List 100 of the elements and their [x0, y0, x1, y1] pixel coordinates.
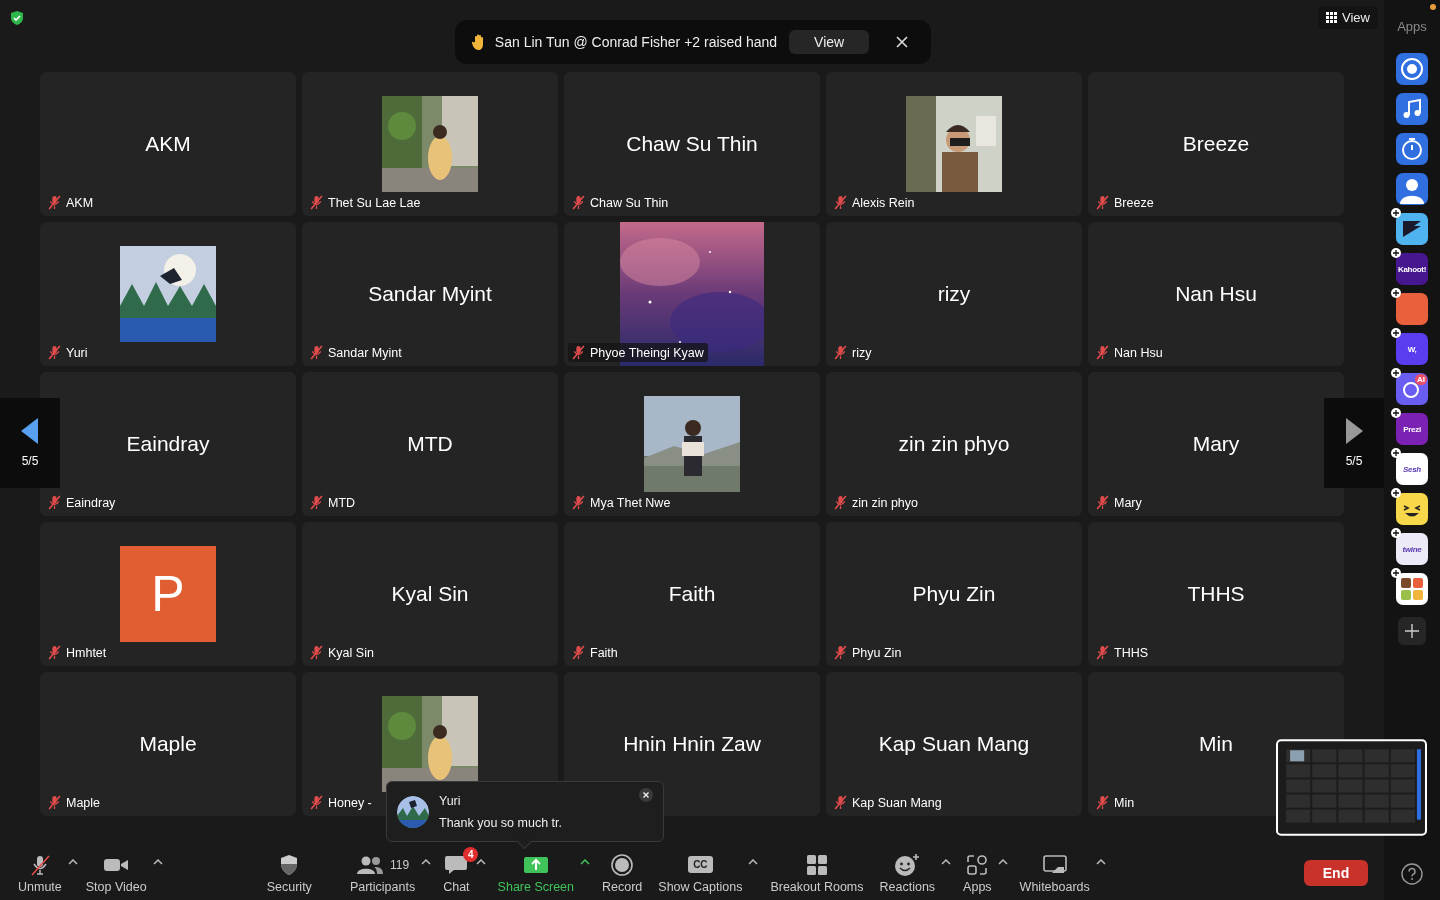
view-button[interactable]: View	[789, 30, 870, 54]
app-icon[interactable]	[1396, 93, 1428, 125]
sender-name: Yuri	[439, 793, 462, 808]
participant-name: Faith	[668, 582, 716, 606]
app-icon[interactable]	[1396, 173, 1428, 205]
participant-label: Hmhtet	[66, 645, 107, 660]
toolbar-button[interactable]: Whiteboards	[1015, 846, 1094, 900]
app-icon[interactable]	[1396, 573, 1428, 605]
participant-label: Min	[1114, 795, 1135, 810]
share-screen-icon	[522, 854, 549, 875]
caret-icon[interactable]	[421, 858, 432, 865]
four-squares-icon	[805, 853, 828, 876]
participant-count: 119	[389, 857, 410, 872]
caret-icon[interactable]	[997, 858, 1008, 865]
participant-label: Yuri	[66, 345, 88, 360]
participant-label: Honey -	[328, 795, 372, 810]
caret-icon[interactable]	[152, 858, 163, 865]
previous-page-button[interactable]: 5/5	[0, 398, 60, 488]
toolbar-button[interactable]: Reactions	[875, 846, 940, 900]
apps-heading: Apps	[1397, 19, 1427, 34]
toolbar-button[interactable]: Stop Video	[81, 846, 151, 900]
toolbar-button[interactable]: CC Show Captions	[654, 846, 747, 900]
toolbar-button[interactable]: 119 Participants	[345, 846, 420, 900]
participant-name: Min	[1199, 732, 1233, 756]
participant-label: Thet Su Lae Lae	[328, 195, 421, 210]
participant-label: Maple	[66, 795, 101, 810]
grid-icon	[1326, 12, 1338, 23]
participant-name: Sandar Myint	[368, 282, 492, 306]
captions-icon: CC	[688, 856, 713, 873]
toolbar-button[interactable]: Security	[262, 846, 316, 900]
participant-name: Maple	[139, 732, 197, 756]
people-icon	[355, 854, 384, 875]
page-indicator: 5/5	[1345, 454, 1363, 468]
app-icon[interactable]	[1396, 493, 1428, 525]
participant-label: AKM	[66, 195, 94, 210]
participant-label: MTD	[328, 495, 356, 510]
next-page-button[interactable]: 5/5	[1324, 398, 1384, 488]
close-icon[interactable]	[895, 35, 910, 49]
triangle-right-icon	[1345, 418, 1363, 444]
triangle-left-icon	[21, 418, 39, 444]
app-icon[interactable]: Sesh	[1396, 453, 1428, 485]
chat-message: Thank you so much tr.	[439, 815, 562, 830]
view-menu-button[interactable]: View	[1318, 6, 1378, 29]
participant-name: Mary	[1192, 432, 1240, 456]
app-icon[interactable]	[1396, 133, 1428, 165]
app-icon[interactable]: W,	[1396, 333, 1428, 365]
participant-label: Alexis Rein	[852, 195, 915, 210]
participant-name: MTD	[407, 432, 453, 456]
caret-icon[interactable]	[748, 858, 759, 865]
toolbar-button[interactable]: Breakout Rooms	[766, 846, 868, 900]
participant-label: Breeze	[1114, 195, 1154, 210]
toolbar-button[interactable]: Apps	[959, 846, 996, 900]
close-icon[interactable]	[639, 788, 653, 802]
participant-name: Breeze	[1182, 132, 1250, 156]
caret-icon[interactable]	[941, 858, 952, 865]
participant-label: Faith	[590, 645, 618, 660]
record-icon	[611, 853, 634, 876]
toolbar-button[interactable]: Share Screen	[493, 846, 579, 900]
participant-label: rizy	[852, 345, 872, 360]
shield-icon	[279, 853, 300, 876]
caret-icon[interactable]	[475, 858, 486, 865]
app-icon[interactable]: Kahoot!	[1396, 253, 1428, 285]
participant-label: Nan Hsu	[1114, 345, 1163, 360]
participant-name: Eaindray	[126, 432, 210, 456]
participant-label: THHS	[1114, 645, 1149, 660]
participant-name: Hnin Hnin Zaw	[623, 732, 761, 756]
caret-icon[interactable]	[1095, 858, 1106, 865]
participant-name: Chaw Su Thin	[626, 132, 758, 156]
caret-icon[interactable]	[580, 858, 591, 865]
participant-name: AKM	[145, 132, 191, 156]
participant-label: Mary	[1114, 495, 1142, 510]
apps-icon	[966, 853, 989, 876]
raised-hand-message: San Lin Tun @ Conrad Fisher +2 raised hand	[494, 34, 778, 50]
page-indicator: 5/5	[21, 454, 39, 468]
plus-icon	[1404, 623, 1420, 639]
muted-mic-icon	[28, 853, 51, 876]
participant-label: Eaindray	[66, 495, 116, 510]
app-icon[interactable]	[1396, 213, 1428, 245]
participant-label: Kyal Sin	[328, 645, 374, 660]
help-icon[interactable]	[1401, 863, 1423, 885]
chat-bubble-icon	[444, 853, 469, 876]
participant-label: Chaw Su Thin	[590, 195, 669, 210]
app-icon[interactable]: AI	[1396, 373, 1428, 405]
unread-badge: 4	[463, 846, 479, 862]
add-app-button[interactable]	[1398, 617, 1426, 645]
toolbar-button[interactable]: Record	[598, 846, 647, 900]
security-shield-icon	[9, 10, 25, 26]
participant-label: Sandar Myint	[328, 345, 402, 360]
end-meeting-button[interactable]: End	[1304, 860, 1368, 886]
participant-label: Phyoe Theingi Kyaw	[590, 345, 704, 360]
participant-name: Kyal Sin	[391, 582, 469, 606]
app-icon[interactable]	[1396, 53, 1428, 85]
avatar-letter: P	[120, 546, 216, 642]
participant-label: Kap Suan Mang	[852, 795, 942, 810]
toolbar-button[interactable]: Unmute	[14, 846, 66, 900]
app-icon[interactable]: Prezi	[1396, 413, 1428, 445]
app-icon[interactable]: twine	[1396, 533, 1428, 565]
caret-icon[interactable]	[67, 858, 78, 865]
participant-label: Phyu Zin	[852, 645, 902, 660]
participant-name: Nan Hsu	[1175, 282, 1257, 306]
